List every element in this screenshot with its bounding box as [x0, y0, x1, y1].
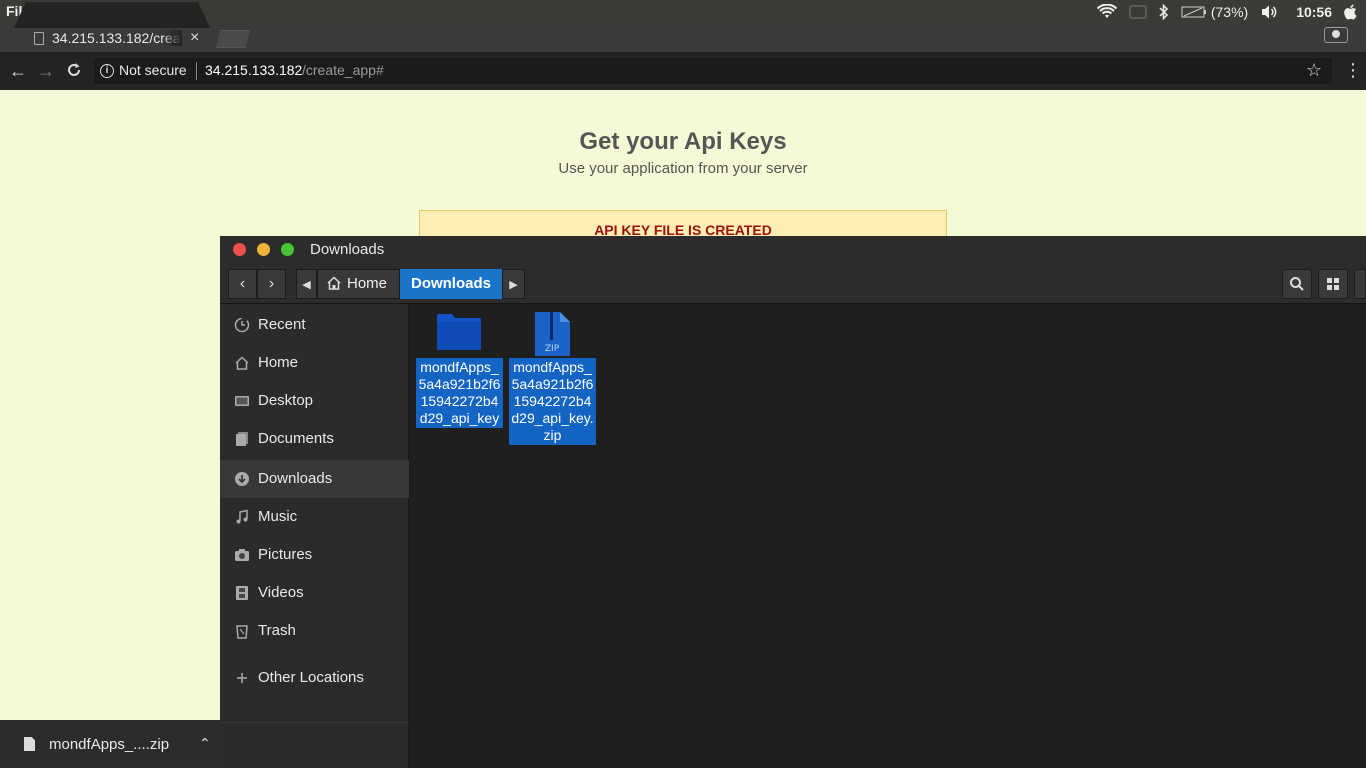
- sidebar-divider: [220, 722, 409, 723]
- url-path[interactable]: /create_app#: [302, 62, 384, 78]
- back-arrow-icon[interactable]: ←: [9, 61, 27, 81]
- window-title: Downloads: [310, 241, 385, 258]
- window-titlebar[interactable]: [220, 236, 1366, 264]
- profile-icon[interactable]: [1324, 27, 1348, 43]
- sidebar-item-label: Pictures: [258, 546, 313, 563]
- file-manager-window: Downloads ‹ › ◀ Home Downloads ▶ Recent …: [220, 236, 1366, 768]
- file-name: mondfApps_5a4a921b2f615942272b4d29_api_k…: [416, 358, 503, 428]
- url-host[interactable]: 34.215.133.182: [205, 62, 302, 78]
- zip-archive-icon: ZIP: [535, 312, 570, 356]
- forward-button[interactable]: ›: [257, 269, 286, 299]
- path-scroll-right-button[interactable]: ▶: [502, 269, 525, 299]
- sidebar-item-label: Videos: [258, 584, 304, 601]
- document-icon: [236, 432, 248, 446]
- path-scroll-left-button[interactable]: ◀: [296, 269, 317, 299]
- download-icon: [235, 472, 249, 486]
- reload-icon[interactable]: [66, 62, 82, 78]
- keyboard-icon[interactable]: [1129, 5, 1147, 19]
- sidebar-item-label: Documents: [258, 430, 334, 447]
- bookmark-star-icon[interactable]: ☆: [1306, 60, 1322, 81]
- page-subtitle: Use your application from your server: [558, 160, 808, 177]
- breadcrumb-downloads-label: Downloads: [410, 275, 491, 292]
- sidebar-item-other-locations[interactable]: Other Locations: [220, 661, 409, 695]
- sidebar-item-label: Desktop: [258, 392, 314, 409]
- grid-icon: [1327, 278, 1339, 290]
- sidebar-item-music[interactable]: Music: [220, 500, 409, 534]
- sidebar-item-home[interactable]: Home: [220, 346, 409, 380]
- minimize-window-button[interactable]: [257, 243, 270, 256]
- system-indicators: (73%) 10:56: [1096, 0, 1358, 24]
- zip-icon-text: ZIP: [545, 344, 560, 354]
- apple-icon[interactable]: [1344, 4, 1358, 20]
- sidebar-item-label: Music: [258, 508, 298, 525]
- view-grid-button[interactable]: [1318, 269, 1348, 299]
- sidebar-item-documents[interactable]: Documents: [220, 422, 409, 456]
- tab-strip: [0, 24, 1366, 52]
- back-button[interactable]: ‹: [228, 269, 257, 299]
- menu-dots-icon[interactable]: ⋮: [1344, 60, 1362, 80]
- sidebar-item-label: Downloads: [258, 470, 333, 487]
- battery-icon[interactable]: [1181, 5, 1207, 19]
- bluetooth-icon[interactable]: [1159, 4, 1169, 20]
- chevron-up-icon[interactable]: ⌃: [199, 735, 211, 752]
- file-icon: [24, 737, 35, 751]
- sidebar-item-label: Home: [258, 354, 299, 371]
- tab-title[interactable]: 34.215.133.182/create_app#: [52, 30, 182, 46]
- chevron-left-icon: ‹: [239, 275, 246, 292]
- forward-arrow-icon[interactable]: →: [37, 61, 55, 81]
- wifi-icon[interactable]: [1096, 4, 1117, 20]
- new-tab-button[interactable]: [216, 30, 250, 48]
- browser-tab[interactable]: [14, 2, 210, 28]
- sidebar-item-label: Recent: [258, 316, 306, 333]
- sidebar-item-downloads[interactable]: Downloads: [220, 460, 409, 498]
- places-sidebar: Recent Home Desktop Documents Downloads …: [220, 304, 409, 768]
- sidebar-item-videos[interactable]: Videos: [220, 576, 409, 610]
- trash-icon: [236, 625, 248, 639]
- film-icon: [236, 586, 248, 600]
- view-options-button[interactable]: [1354, 269, 1366, 299]
- plus-icon: [237, 673, 247, 683]
- info-icon[interactable]: i: [100, 64, 114, 78]
- page-title: Get your Api Keys: [579, 128, 787, 155]
- chevron-right-icon: ›: [268, 275, 275, 292]
- close-icon[interactable]: ×: [190, 29, 199, 47]
- security-status[interactable]: Not secure: [119, 62, 187, 78]
- sidebar-item-trash[interactable]: Trash: [220, 614, 409, 648]
- close-window-button[interactable]: [233, 243, 246, 256]
- clock-icon: [234, 317, 250, 333]
- download-item-name[interactable]: mondfApps_....zip: [49, 736, 169, 753]
- camera-icon: [235, 549, 249, 561]
- search-icon: [1290, 277, 1304, 291]
- file-name: mondfApps_5a4a921b2f615942272b4d29_api_k…: [509, 358, 596, 445]
- sidebar-item-desktop[interactable]: Desktop: [220, 384, 409, 418]
- sidebar-item-label: Trash: [258, 622, 296, 639]
- desktop-icon: [235, 396, 249, 406]
- sidebar-item-pictures[interactable]: Pictures: [220, 538, 409, 572]
- triangle-left-icon: ◀: [302, 278, 311, 291]
- folder-icon: [437, 314, 481, 350]
- volume-icon[interactable]: [1260, 4, 1278, 20]
- breadcrumb-home-label: Home: [347, 275, 388, 292]
- home-icon: [327, 276, 341, 290]
- battery-percentage: (73%): [1210, 4, 1249, 20]
- sidebar-item-recent[interactable]: Recent: [220, 308, 409, 342]
- maximize-window-button[interactable]: [281, 243, 294, 256]
- clock[interactable]: 10:56: [1296, 4, 1332, 20]
- search-button[interactable]: [1282, 269, 1312, 299]
- music-icon: [236, 509, 248, 524]
- divider: [196, 62, 197, 80]
- triangle-right-icon: ▶: [509, 278, 518, 291]
- page-icon: [34, 32, 44, 45]
- home-icon: [235, 356, 249, 370]
- sidebar-item-label: Other Locations: [258, 669, 364, 686]
